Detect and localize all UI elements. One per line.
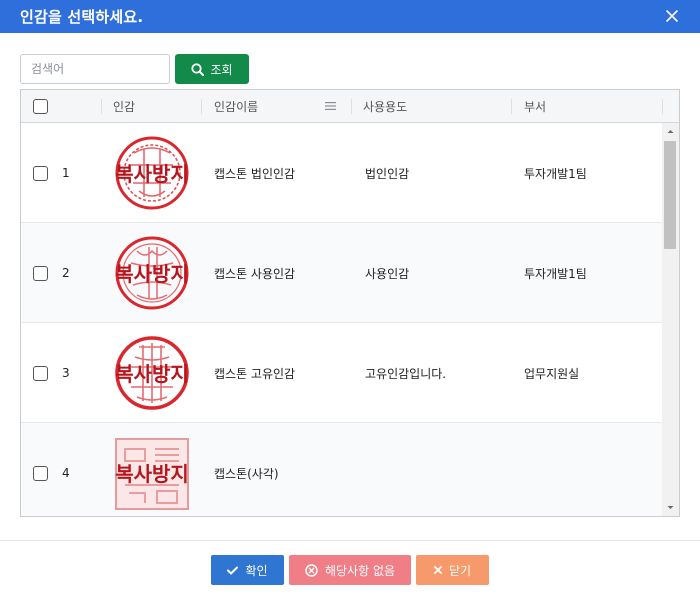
- column-header-seal[interactable]: 인감: [113, 90, 135, 123]
- seal-dept: 투자개발1팀: [524, 166, 587, 181]
- row-checkbox[interactable]: [33, 365, 48, 381]
- seal-dept: 투자개발1팀: [524, 266, 587, 281]
- seal-usage: 법인인감: [365, 166, 410, 181]
- row-number: 4: [62, 466, 70, 480]
- dialog-footer: 확인 해당사항 없음 닫기: [0, 555, 700, 585]
- search-button-label: 조회: [210, 62, 233, 77]
- search-button[interactable]: 조회: [175, 54, 249, 84]
- select-all-cell: [33, 90, 48, 123]
- row-checkbox[interactable]: [33, 465, 48, 481]
- column-divider: [511, 99, 512, 114]
- seal-image: 복사방지: [115, 136, 189, 210]
- seal-name: 캡스톤 사용인감: [214, 266, 296, 281]
- seal-name: 캡스톤 법인인감: [214, 166, 296, 181]
- seal-overlay-text: 복사방지: [115, 262, 189, 286]
- column-divider: [201, 99, 202, 114]
- search-input[interactable]: [20, 54, 170, 84]
- grid-header: 인감 인감이름 사용용도 부서: [21, 90, 679, 123]
- table-row[interactable]: 1 복사방지 캡스톤 법인인감 법인인감 투자개발1팀: [21, 123, 662, 223]
- seal-name: 캡스톤(사각): [214, 466, 279, 481]
- search-bar: 조회: [20, 54, 249, 84]
- column-divider: [101, 99, 102, 114]
- row-checkbox-cell: [33, 423, 48, 516]
- table-row[interactable]: 4 복사방지 캡스톤(사각): [21, 423, 662, 516]
- scroll-up-icon[interactable]: [666, 127, 675, 136]
- circle-x-icon: [305, 563, 318, 577]
- not-applicable-button[interactable]: 해당사항 없음: [289, 555, 411, 585]
- check-icon: [227, 566, 239, 574]
- row-checkbox-cell: [33, 123, 48, 223]
- dialog-title-bar: 인감을 선택하세요.: [0, 0, 700, 33]
- search-icon: [191, 62, 205, 76]
- dialog-title: 인감을 선택하세요.: [20, 8, 144, 26]
- seal-overlay-text: 복사방지: [115, 362, 189, 386]
- row-checkbox[interactable]: [33, 165, 48, 181]
- select-all-checkbox[interactable]: [33, 99, 48, 114]
- seal-dept: 업무지원실: [524, 366, 580, 381]
- close-button[interactable]: 닫기: [416, 555, 489, 585]
- table-row[interactable]: 2 복사방지 캡스톤 사용인감 사용인감 투자개발1팀: [21, 223, 662, 323]
- not-applicable-button-label: 해당사항 없음: [324, 563, 396, 578]
- vertical-scrollbar[interactable]: [662, 123, 679, 516]
- row-number: 2: [62, 266, 70, 280]
- seal-overlay-text: 복사방지: [115, 462, 189, 486]
- footer-divider: [0, 540, 700, 541]
- column-header-name[interactable]: 인감이름: [214, 90, 258, 123]
- scroll-down-icon[interactable]: [666, 503, 675, 512]
- table-row[interactable]: 3 복사방지 캡스톤 고유인감 고유인감입니다. 업무지원실: [21, 323, 662, 423]
- confirm-button-label: 확인: [245, 563, 268, 578]
- grid-body: 1 복사방지 캡스톤 법인인감 법인인감 투자개발1팀 2 복사방지 캡스톤 사…: [21, 123, 662, 516]
- x-icon: [434, 566, 442, 574]
- close-icon[interactable]: [664, 8, 680, 24]
- row-checkbox-cell: [33, 223, 48, 323]
- column-divider: [351, 99, 352, 114]
- close-button-label: 닫기: [448, 563, 472, 578]
- seal-usage: 사용인감: [365, 266, 410, 281]
- row-checkbox[interactable]: [33, 265, 48, 281]
- seal-usage: 고유인감입니다.: [365, 366, 447, 381]
- scrollbar-thumb[interactable]: [664, 141, 676, 249]
- seal-name: 캡스톤 고유인감: [214, 366, 296, 381]
- column-header-dept[interactable]: 부서: [524, 90, 546, 123]
- seal-select-dialog: 인감을 선택하세요. 조회 인감 인감이름: [0, 0, 700, 600]
- row-number: 3: [62, 366, 70, 380]
- seal-overlay-text: 복사방지: [115, 162, 189, 186]
- seal-image: 복사방지: [115, 438, 189, 510]
- column-header-usage[interactable]: 사용용도: [363, 90, 407, 123]
- row-number: 1: [62, 166, 70, 180]
- seal-image: 복사방지: [115, 336, 189, 410]
- confirm-button[interactable]: 확인: [211, 555, 284, 585]
- seal-grid: 인감 인감이름 사용용도 부서 1 복사방지 캡스톤 법인인감 법인인감 투자개…: [20, 89, 680, 517]
- column-divider: [662, 99, 663, 114]
- seal-image: 복사방지: [115, 236, 189, 310]
- row-checkbox-cell: [33, 323, 48, 423]
- column-menu-icon[interactable]: [325, 101, 336, 111]
